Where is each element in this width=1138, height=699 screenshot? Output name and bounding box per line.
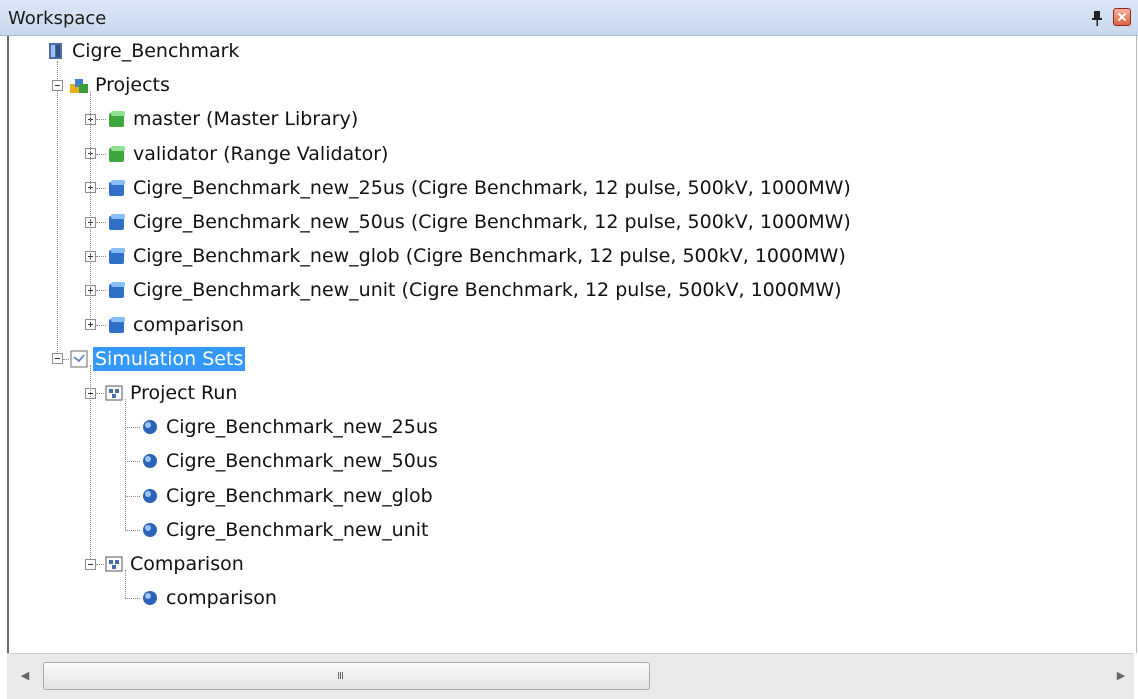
scroll-thumb[interactable]: III — [43, 662, 650, 690]
blue-ball-icon — [143, 454, 157, 469]
workspace-tree[interactable]: Cigre_Benchmark Projects master (Master Li… — [7, 36, 1137, 653]
tree-item-label: Cigre_Benchmark_new_50us (Cigre Benchmar… — [133, 211, 851, 233]
tree-guide-line — [96, 393, 104, 395]
tree-guide-line — [96, 324, 106, 327]
project-blue-icon — [109, 316, 125, 333]
tree-item-label: Cigre_Benchmark_new_25us — [166, 416, 438, 439]
project-blue-icon — [109, 248, 125, 265]
tree-item-label: Comparison — [130, 553, 244, 575]
tree-guide-line — [90, 364, 92, 559]
library-green-icon — [109, 111, 125, 128]
scroll-right-arrow-icon[interactable]: ▶ — [1113, 667, 1129, 685]
tree-item-project[interactable]: Cigre_Benchmark_new_50us (Cigre Benchmar… — [107, 209, 853, 235]
tree-root[interactable]: Cigre_Benchmark — [46, 38, 241, 64]
tree-item-simulation-task[interactable]: Cigre_Benchmark_new_25us — [140, 414, 440, 440]
tree-item-project[interactable]: validator (Range Validator) — [107, 141, 390, 167]
tree-guide-line — [125, 495, 140, 498]
project-blue-icon — [109, 179, 125, 196]
tree-item-project[interactable]: comparison — [107, 312, 246, 338]
tree-guide-line — [96, 290, 106, 292]
tree-guide-line — [125, 529, 140, 532]
tree-guide-line — [90, 91, 92, 320]
tree-item-label: Cigre_Benchmark_new_25us (Cigre Benchmar… — [133, 176, 851, 199]
panel-title: Workspace — [8, 8, 107, 29]
tree-item-label: Projects — [95, 74, 170, 97]
blue-ball-icon — [143, 591, 157, 606]
collapse-minus-icon[interactable] — [52, 353, 63, 365]
projects-folder-icon — [70, 79, 88, 94]
panel-titlebar: Workspace — [0, 0, 1138, 36]
tree-guide-line — [96, 256, 106, 258]
tree-guide-line — [96, 187, 106, 190]
tree-item-label: Cigre_Benchmark — [72, 40, 240, 62]
tree-guide-line — [96, 119, 106, 121]
pin-icon[interactable] — [1089, 9, 1105, 27]
tree-item-project[interactable]: Cigre_Benchmark_new_unit (Cigre Benchmar… — [107, 277, 844, 303]
tree-item-simulation-task[interactable]: Cigre_Benchmark_new_glob — [140, 483, 435, 509]
workspace-icon — [49, 43, 62, 59]
horizontal-scrollbar[interactable]: ◀ III ▶ — [7, 653, 1134, 699]
project-blue-icon — [109, 282, 125, 299]
project-blue-icon — [109, 214, 125, 230]
workspace-panel: Workspace Cigre_Benchmark Projects master … — [0, 0, 1138, 699]
blue-ball-icon — [143, 488, 157, 503]
scroll-grip: III — [337, 671, 344, 682]
tree-item-projects[interactable]: Projects — [69, 72, 172, 98]
tree-item-label: comparison — [133, 313, 244, 336]
collapse-minus-icon[interactable] — [52, 79, 63, 91]
tree-item-simulation-task[interactable]: Cigre_Benchmark_new_unit — [140, 517, 431, 543]
collapse-minus-icon[interactable] — [85, 558, 96, 570]
tree-item-label: Project Run — [130, 382, 238, 404]
tree-item-project[interactable]: master (Master Library) — [107, 106, 360, 132]
tree-item-label: comparison — [166, 587, 277, 610]
blue-ball-icon — [143, 420, 157, 435]
tree-guide-line — [125, 598, 140, 600]
tree-item-project[interactable]: Cigre_Benchmark_new_25us (Cigre Benchmar… — [107, 175, 853, 201]
tree-item-label: Cigre_Benchmark_new_glob (Cigre Benchmar… — [133, 245, 846, 268]
tree-item-label: Cigre_Benchmark_new_glob — [166, 484, 433, 507]
tree-item-label: Simulation Sets — [93, 346, 246, 371]
tree-item-simulation-task[interactable]: Cigre_Benchmark_new_50us — [140, 448, 440, 474]
tree-guide-line — [96, 222, 106, 224]
tree-item-simulation-task[interactable]: comparison — [140, 585, 279, 611]
tree-item-label: Cigre_Benchmark_new_unit (Cigre Benchmar… — [133, 279, 842, 302]
tree-guide-line — [125, 570, 127, 599]
close-icon[interactable] — [1113, 8, 1131, 26]
tree-guide-line — [96, 564, 104, 566]
simulation-task-icon — [105, 385, 123, 401]
tree-guide-line — [125, 399, 127, 530]
tree-item-simulation-sets[interactable]: Simulation Sets — [69, 346, 246, 372]
tree-guide-line — [57, 91, 59, 354]
tree-guide-line — [96, 153, 106, 156]
tree-guide-line — [125, 461, 140, 463]
tree-item-label: validator (Range Validator) — [133, 142, 389, 165]
simulation-task-icon — [105, 556, 123, 572]
tree-item-label: Cigre_Benchmark_new_50us — [166, 450, 438, 473]
tree-item-label: Cigre_Benchmark_new_unit — [166, 518, 429, 541]
tree-item-label: master (Master Library) — [133, 108, 359, 131]
simulation-sets-icon — [70, 350, 88, 368]
library-green-icon — [109, 145, 125, 162]
blue-ball-icon — [143, 522, 157, 537]
tree-guide-line — [125, 427, 140, 429]
scroll-left-arrow-icon[interactable]: ◀ — [17, 667, 33, 685]
tree-item-project[interactable]: Cigre_Benchmark_new_glob (Cigre Benchmar… — [107, 243, 848, 269]
expand-plus-icon[interactable] — [85, 319, 96, 331]
